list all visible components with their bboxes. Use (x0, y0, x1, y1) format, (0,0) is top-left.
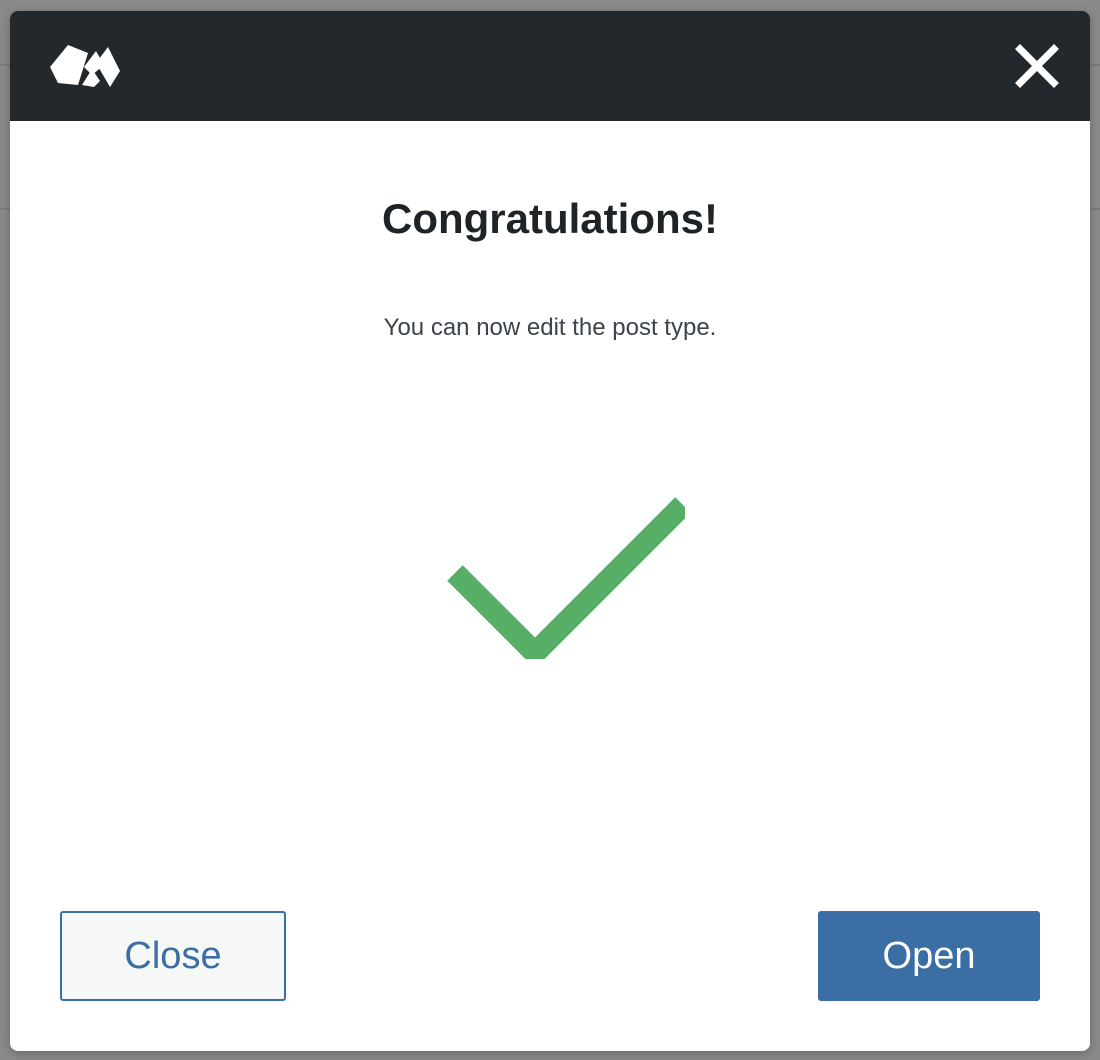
close-icon[interactable] (1014, 43, 1060, 89)
dialog-header (10, 11, 1090, 121)
dialog-message: You can now edit the post type. (383, 314, 717, 341)
close-button[interactable]: Close (60, 911, 286, 1001)
success-dialog: Congratulations! You can now edit the po… (10, 11, 1090, 1051)
toolset-logo-icon (50, 45, 120, 87)
checkmark-icon (447, 497, 685, 659)
dialog-title: Congratulations! (382, 195, 718, 242)
open-button[interactable]: Open (818, 911, 1040, 1001)
